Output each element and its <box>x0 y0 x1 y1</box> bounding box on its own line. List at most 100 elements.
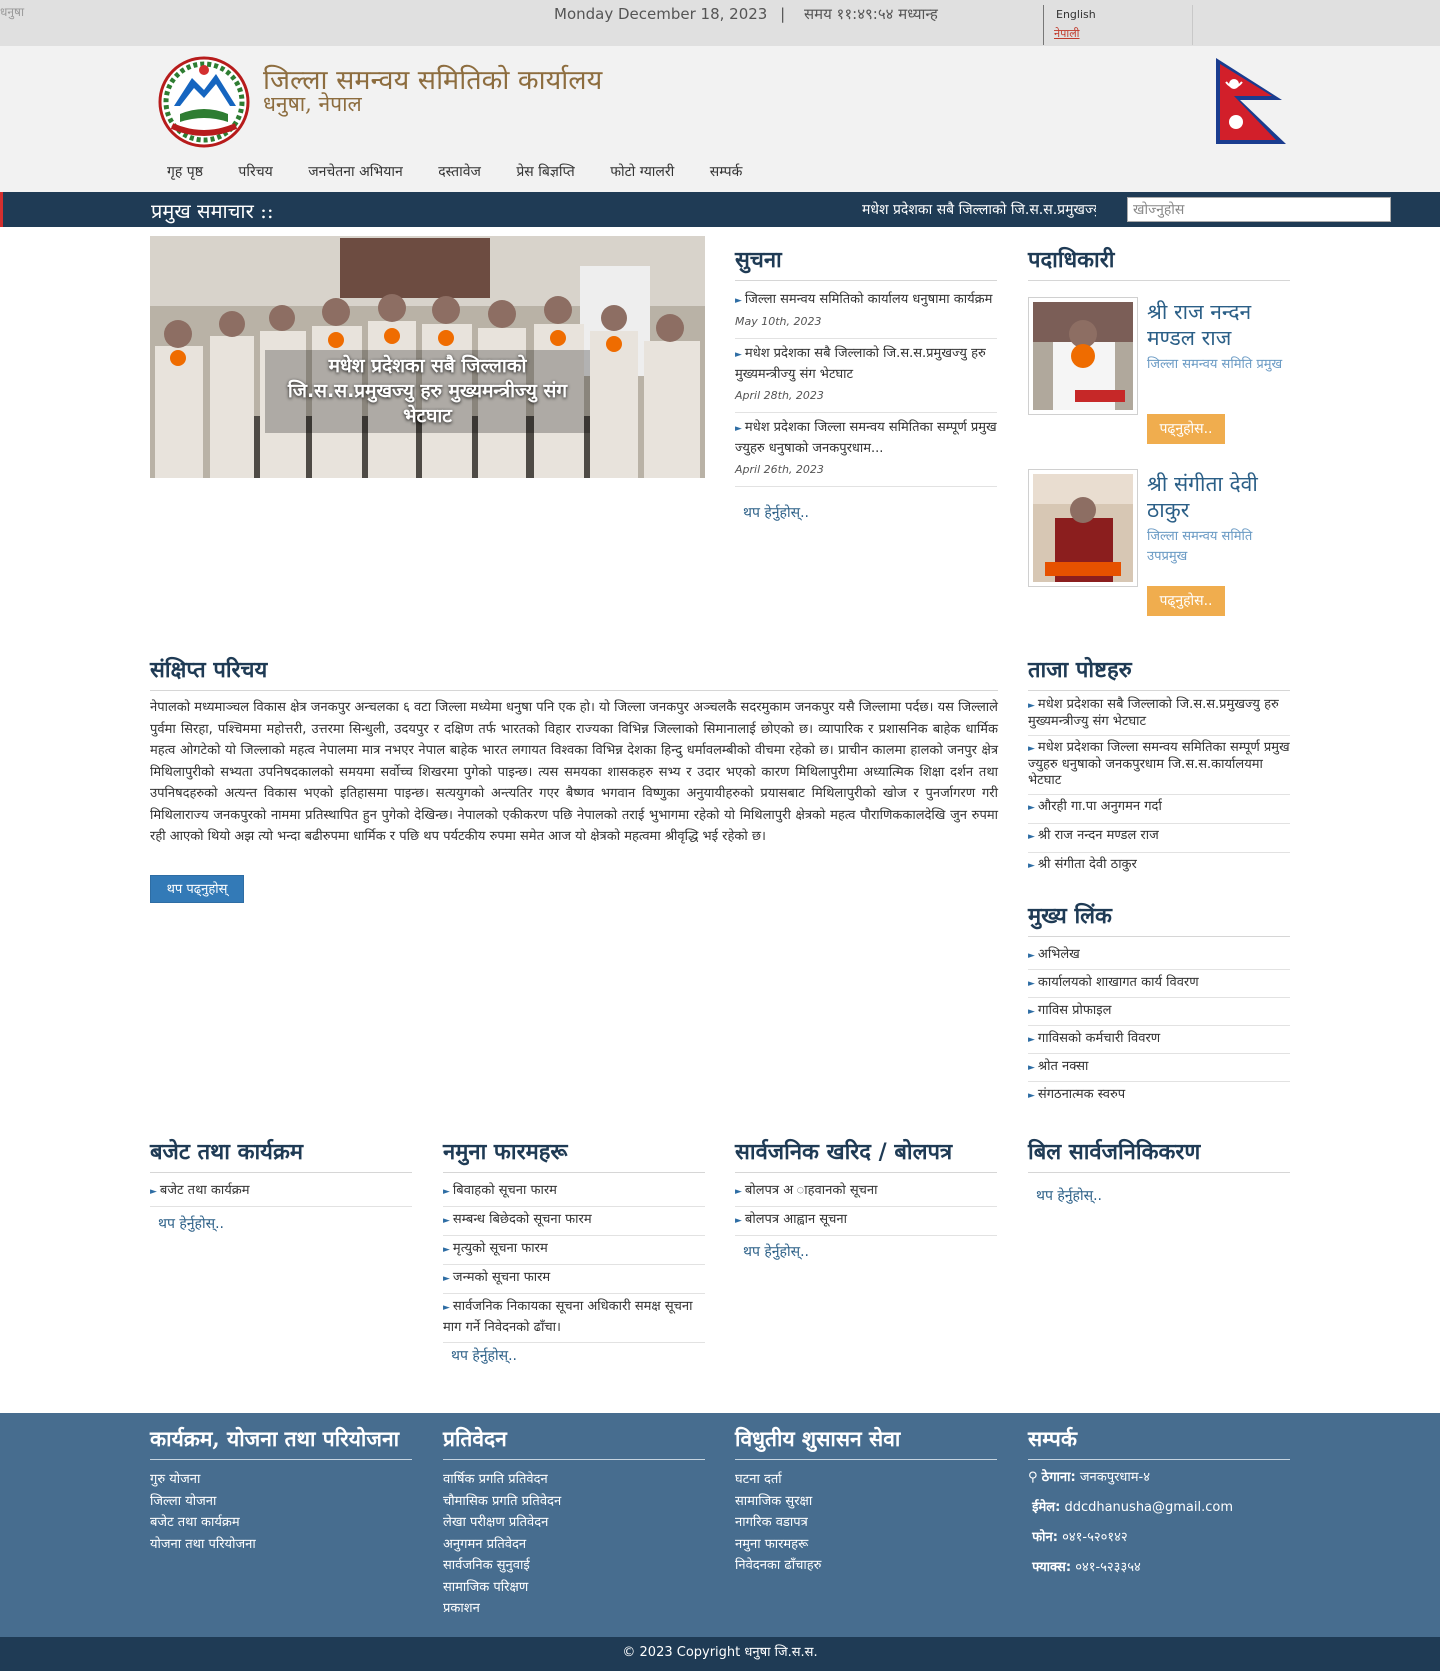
budget-link[interactable]: बजेट तथा कार्यक्रम <box>160 1183 250 1198</box>
form-link[interactable]: बिवाहको सूचना फारम <box>453 1183 557 1198</box>
footer-reports-list: वार्षिक प्रगति प्रतिवेदन चौमासिक प्रगति … <box>443 1469 561 1620</box>
bills-more-link[interactable]: थप हेर्नुहोस्.. <box>1036 1186 1102 1205</box>
official-photo[interactable] <box>1028 297 1138 415</box>
form-link[interactable]: मृत्युको सूचना फारम <box>453 1241 548 1256</box>
email-value[interactable]: ddcdhanusha@gmail.com <box>1064 1500 1233 1515</box>
read-more-button[interactable]: पढ्नुहोस.. <box>1147 414 1225 444</box>
list-item[interactable]: ► जन्मको सूचना फारम <box>443 1265 705 1294</box>
main-link[interactable]: कार्यालयको शाखागत कार्य विवरण <box>1038 975 1199 990</box>
read-more-intro-button[interactable]: थप पढ्नुहोस् <box>150 875 244 903</box>
list-item[interactable]: ► मधेश प्रदेशका सबै जिल्लाको जि.स.स.प्रमु… <box>1028 693 1290 736</box>
bullet-icon: ► <box>1028 1091 1035 1101</box>
bullet-icon: ► <box>1028 803 1035 813</box>
nav-documents[interactable]: दस्तावेज <box>438 162 481 182</box>
list-item[interactable]: ► श्री संगीता देवी ठाकुर <box>1028 853 1290 881</box>
nav-home[interactable]: गृह पृष्ठ <box>167 162 203 182</box>
official-photo[interactable] <box>1028 469 1138 587</box>
official-name[interactable]: श्री राज नन्दन मण्डल राज <box>1147 299 1289 351</box>
notice-title[interactable]: जिल्ला समन्वय समितिको कार्यालय धनुषामा क… <box>745 292 993 307</box>
post-link[interactable]: मधेश प्रदेशका जिल्ला समन्वय समितिका सम्प… <box>1028 740 1290 788</box>
search-input[interactable] <box>1127 197 1391 222</box>
list-item[interactable]: ► मृत्युको सूचना फारम <box>443 1236 705 1265</box>
procurement-more-link[interactable]: थप हेर्नुहोस्.. <box>743 1242 809 1261</box>
nav-photo-gallery[interactable]: फोटो ग्यालरी <box>610 162 674 182</box>
main-link[interactable]: श्रोत नक्सा <box>1038 1059 1089 1074</box>
nepal-emblem-icon[interactable] <box>150 56 258 148</box>
budget-more-link[interactable]: थप हेर्नुहोस्.. <box>158 1214 224 1233</box>
footer-link[interactable]: सार्वजनिक सुनुवाई <box>443 1555 561 1577</box>
nav-introduction[interactable]: परिचय <box>238 162 272 182</box>
footer-link[interactable]: सामाजिक सुरक्षा <box>735 1491 821 1513</box>
bullet-icon: ► <box>1028 979 1035 989</box>
ticker-accent <box>0 192 3 227</box>
main-links-heading: मुख्य लिंक <box>1028 900 1290 937</box>
main-link[interactable]: गाविसको कर्मचारी विवरण <box>1038 1031 1160 1046</box>
bullet-icon: ► <box>150 1187 157 1197</box>
main-link[interactable]: अभिलेख <box>1038 947 1080 962</box>
footer-link[interactable]: निवेदनका ढाँचाहरु <box>735 1555 821 1577</box>
procurement-link[interactable]: बोलपत्र आह्वान सूचना <box>745 1212 847 1227</box>
list-item[interactable]: ► सार्वजनिक निकायका सूचना अधिकारी समक्ष स… <box>443 1294 705 1343</box>
lang-nepali-link[interactable]: नेपाली <box>1054 26 1080 41</box>
lang-english-link[interactable]: English <box>1056 8 1096 21</box>
list-item[interactable]: ► गाविस प्रोफाइल <box>1028 998 1290 1026</box>
footer-link[interactable]: प्रकाशन <box>443 1598 561 1620</box>
list-item[interactable]: ► बोलपत्र अ ाहवानको सूचना <box>735 1178 997 1207</box>
procurement-link[interactable]: बोलपत्र अ ाहवानको सूचना <box>745 1183 878 1198</box>
notice-title[interactable]: मधेश प्रदेशका सबै जिल्लाको जि.स.स.प्रमुख… <box>735 346 986 382</box>
main-link[interactable]: गाविस प्रोफाइल <box>1038 1003 1112 1018</box>
nav-press-release[interactable]: प्रेस बिज्ञप्ति <box>516 162 574 182</box>
footer-link[interactable]: वार्षिक प्रगति प्रतिवेदन <box>443 1469 561 1491</box>
main-link[interactable]: संगठनात्मक स्वरुप <box>1038 1087 1125 1102</box>
footer-link[interactable]: लेखा परीक्षण प्रतिवेदन <box>443 1512 561 1534</box>
news-slider[interactable]: मधेश प्रदेशका सबै जिल्लाको जि.स.स.प्रमुख… <box>150 236 705 478</box>
list-item[interactable]: ► संगठनात्मक स्वरुप <box>1028 1082 1290 1109</box>
list-item[interactable]: ► कार्यालयको शाखागत कार्य विवरण <box>1028 970 1290 998</box>
procurement-list: ► बोलपत्र अ ाहवानको सूचना ► बोलपत्र आह्वान… <box>735 1178 997 1236</box>
form-link[interactable]: सम्बन्ध बिछेदको सूचना फारम <box>453 1212 592 1227</box>
footer-link[interactable]: नागरिक वडापत्र <box>735 1512 821 1534</box>
footer-link[interactable]: गुरु योजना <box>150 1469 256 1491</box>
bullet-icon: ► <box>1028 832 1035 842</box>
read-more-button[interactable]: पढ्नुहोस.. <box>1147 586 1225 616</box>
notice-more-link[interactable]: थप हेर्नुहोस्.. <box>743 503 809 522</box>
list-item[interactable]: ► औरही गा.पा अनुगमन गर्दा <box>1028 795 1290 824</box>
footer-link[interactable]: बजेट तथा कार्यक्रम <box>150 1512 256 1534</box>
list-item[interactable]: ► बिवाहको सूचना फारम <box>443 1178 705 1207</box>
bullet-icon: ► <box>735 1216 742 1226</box>
footer-link[interactable]: जिल्ला योजना <box>150 1491 256 1513</box>
footer-link[interactable]: चौमासिक प्रगति प्रतिवेदन <box>443 1491 561 1513</box>
list-item[interactable]: ► श्री राज नन्दन मण्डल राज <box>1028 824 1290 853</box>
official-name[interactable]: श्री संगीता देवी ठाकुर <box>1147 471 1289 523</box>
ticker-headline[interactable]: मधेश प्रदेशका सबै जिल्लाको जि.स.स.प्रमुख… <box>862 200 1096 219</box>
footer-link[interactable]: योजना तथा परियोजना <box>150 1534 256 1556</box>
post-link[interactable]: श्री राज नन्दन मण्डल राज <box>1038 828 1159 843</box>
post-link[interactable]: श्री संगीता देवी ठाकुर <box>1038 857 1137 872</box>
list-item[interactable]: ► मधेश प्रदेशका सबै जिल्लाको जि.स.स.प्रमु… <box>735 339 997 413</box>
footer-link[interactable]: सामाजिक परिक्षण <box>443 1577 561 1599</box>
list-item[interactable]: ► बोलपत्र आह्वान सूचना <box>735 1207 997 1236</box>
list-item[interactable]: ► बजेट तथा कार्यक्रम <box>150 1178 412 1207</box>
budget-list: ► बजेट तथा कार्यक्रम <box>150 1178 412 1207</box>
forms-more-link[interactable]: थप हेर्नुहोस्.. <box>451 1346 517 1365</box>
form-link[interactable]: जन्मको सूचना फारम <box>453 1270 550 1285</box>
nav-awareness-campaign[interactable]: जनचेतना अभियान <box>308 162 403 182</box>
slider-caption[interactable]: मधेश प्रदेशका सबै जिल्लाको जि.स.स.प्रमुख… <box>265 350 590 433</box>
nav-contact[interactable]: सम्पर्क <box>710 162 743 182</box>
officials-heading: पदाधिकारी <box>1028 244 1290 281</box>
notice-title[interactable]: मधेश प्रदेशका जिल्ला समन्वय समितिका सम्प… <box>735 420 997 456</box>
list-item[interactable]: ► अभिलेख <box>1028 942 1290 970</box>
post-link[interactable]: औरही गा.पा अनुगमन गर्दा <box>1038 799 1162 814</box>
footer-link[interactable]: घटना दर्ता <box>735 1469 821 1491</box>
latest-posts-list: ► मधेश प्रदेशका सबै जिल्लाको जि.स.स.प्रमु… <box>1028 693 1290 881</box>
footer-link[interactable]: अनुगमन प्रतिवेदन <box>443 1534 561 1556</box>
list-item[interactable]: ► सम्बन्ध बिछेदको सूचना फारम <box>443 1207 705 1236</box>
list-item[interactable]: ► गाविसको कर्मचारी विवरण <box>1028 1026 1290 1054</box>
post-link[interactable]: मधेश प्रदेशका सबै जिल्लाको जि.स.स.प्रमुख… <box>1028 697 1279 729</box>
list-item[interactable]: ► जिल्ला समन्वय समितिको कार्यालय धनुषामा … <box>735 285 997 339</box>
form-link[interactable]: सार्वजनिक निकायका सूचना अधिकारी समक्ष सू… <box>443 1299 692 1335</box>
list-item[interactable]: ► मधेश प्रदेशका जिल्ला समन्वय समितिका सम्… <box>1028 736 1290 795</box>
footer-link[interactable]: नमुना फारमहरू <box>735 1534 821 1556</box>
list-item[interactable]: ► मधेश प्रदेशका जिल्ला समन्वय समितिका सम्… <box>735 413 997 487</box>
list-item[interactable]: ► श्रोत नक्सा <box>1028 1054 1290 1082</box>
